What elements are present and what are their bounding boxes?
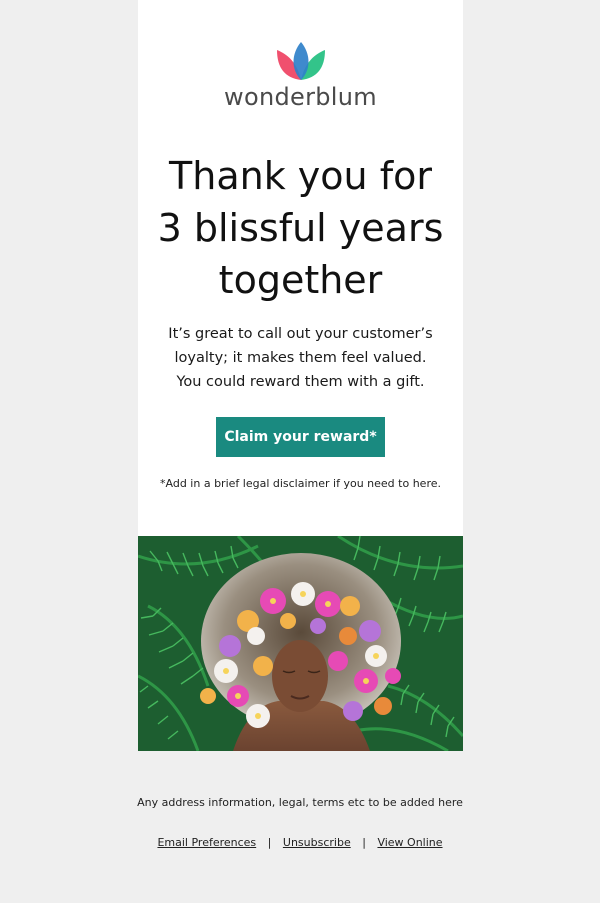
body-line-2: loyalty; it makes them feel valued. (174, 350, 427, 366)
footer-links: Email Preferences | Unsubscribe | View O… (0, 836, 600, 849)
email-header-card: wonderblum Thank you for 3 blissful year… (138, 0, 463, 536)
body-line-3: You could reward them with a gift. (176, 374, 425, 390)
email-preferences-link[interactable]: Email Preferences (157, 836, 256, 849)
legal-disclaimer: *Add in a brief legal disclaimer if you … (160, 477, 441, 490)
hero-image (138, 536, 463, 751)
brand-name: wonderblum (224, 83, 377, 111)
body-line-1: It’s great to call out your customer’s (168, 326, 433, 342)
headline-line-1: Thank you for (169, 154, 432, 198)
view-online-link[interactable]: View Online (377, 836, 442, 849)
woman-with-flower-crown-in-ferns-photo-icon (138, 536, 463, 751)
body-copy: It’s great to call out your customer’s l… (138, 322, 463, 394)
unsubscribe-link[interactable]: Unsubscribe (283, 836, 351, 849)
headline: Thank you for 3 blissful years together (138, 150, 463, 306)
headline-line-2: 3 blissful years (157, 206, 444, 250)
wonderblum-logo-icon (276, 42, 325, 80)
email-page: wonderblum Thank you for 3 blissful year… (0, 0, 600, 903)
footer-address-info: Any address information, legal, terms et… (137, 796, 463, 809)
claim-reward-button[interactable]: Claim your reward* (216, 417, 385, 457)
footer-separator: | (267, 836, 272, 849)
headline-line-3: together (218, 258, 383, 302)
footer-separator: | (362, 836, 366, 849)
